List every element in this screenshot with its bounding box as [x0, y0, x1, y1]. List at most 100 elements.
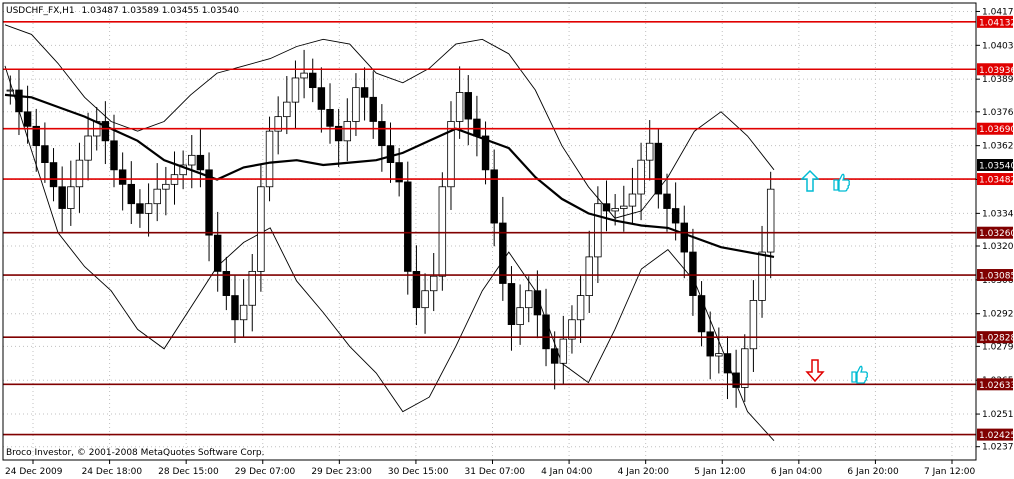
candle-body — [585, 256, 593, 296]
candle-body — [283, 101, 291, 118]
candle-body — [378, 121, 386, 147]
candle-body — [404, 181, 412, 272]
candle-body — [58, 186, 66, 209]
chart-symbol: USDCHF_FX,H1 — [6, 6, 75, 16]
chart-header: USDCHF_FX,H1 1.03487 1.03589 1.03455 1.0… — [6, 6, 239, 16]
level-tag-label: 1.03482 — [979, 176, 1014, 186]
x-tick-label: 30 Dec 15:00 — [388, 467, 449, 477]
candle-body — [620, 205, 628, 209]
level-tag-label: 1.02425 — [979, 431, 1014, 441]
x-tick-label: 29 Dec 23:00 — [311, 467, 372, 477]
candle-body — [49, 162, 58, 188]
x-tick-label: 4 Jan 20:00 — [618, 467, 670, 477]
candle-body — [412, 270, 421, 309]
candle-body — [645, 142, 654, 161]
level-tag-label: 1.03260 — [979, 229, 1014, 239]
candle-body — [542, 314, 550, 350]
y-tick-label: 1.04035 — [982, 41, 1014, 51]
candle-body — [568, 319, 576, 340]
candle-body — [196, 154, 205, 171]
candle-body — [162, 183, 170, 190]
candle-body — [490, 169, 498, 224]
candle-body — [231, 295, 239, 321]
candle-body — [438, 186, 447, 277]
level-tag-label: 1.03690 — [979, 125, 1014, 135]
candle-body — [525, 290, 533, 309]
candle-body — [352, 87, 360, 122]
x-tick-label: 4 Jan 04:00 — [541, 467, 593, 477]
candle-body — [602, 203, 611, 212]
candle-body — [6, 89, 15, 92]
candle-body — [67, 186, 75, 209]
candle-body — [697, 295, 706, 333]
y-tick-label: 1.03340 — [982, 209, 1014, 219]
x-tick-label: 28 Dec 15:00 — [158, 467, 219, 477]
x-tick-label: 24 Dec 18:00 — [82, 467, 143, 477]
y-tick-label: 1.03760 — [982, 108, 1014, 118]
candle-body — [741, 348, 749, 388]
candle-body — [455, 92, 464, 122]
candle-body — [637, 159, 645, 195]
candle-body — [41, 145, 49, 163]
candle-body — [706, 331, 714, 357]
candle-body — [309, 72, 317, 89]
candle-body — [144, 203, 153, 214]
y-tick-label: 1.02925 — [982, 310, 1014, 320]
price-chart[interactable]: 1.041751.040351.038951.037601.036201.034… — [0, 0, 1014, 479]
candle-body — [153, 188, 161, 205]
candle-body — [732, 372, 740, 388]
candle-body — [576, 295, 585, 321]
copyright-text: Broco Investor, © 2001-2008 MetaQuotes S… — [6, 448, 265, 458]
candle-body — [516, 307, 524, 325]
y-tick-label: 1.03205 — [982, 242, 1014, 252]
x-tick-label: 7 Jan 12:00 — [924, 467, 976, 477]
candle-body — [689, 251, 697, 296]
x-tick-label: 29 Dec 07:00 — [235, 467, 296, 477]
level-tag-label: 1.03085 — [979, 272, 1014, 282]
candle-body — [464, 92, 472, 120]
y-tick-label: 1.03620 — [982, 142, 1014, 152]
y-tick-label: 1.02510 — [982, 410, 1014, 420]
candle-body — [360, 87, 369, 98]
candle-body — [239, 304, 248, 321]
candle-body — [291, 77, 300, 103]
candle-body — [421, 290, 429, 309]
candle — [438, 172, 447, 291]
candle-body — [343, 121, 352, 142]
candle-body — [369, 96, 377, 122]
candle-body — [75, 159, 84, 188]
candle-body — [715, 353, 723, 357]
candle-body — [507, 283, 516, 325]
level-tag-label: 1.04132 — [979, 18, 1014, 28]
current-price-tag: 1.03540 — [977, 159, 1014, 172]
candle-body — [663, 193, 671, 209]
level-tag-label: 1.02633 — [979, 381, 1014, 391]
candle-body — [680, 222, 688, 253]
y-tick-label: 1.02790 — [982, 342, 1014, 352]
candle-body — [248, 270, 256, 306]
candle-body — [559, 338, 568, 364]
candle-body — [723, 353, 732, 374]
candle-body — [654, 142, 663, 195]
candle-body — [326, 108, 334, 127]
level-tag-label: 1.02828 — [979, 334, 1014, 344]
candle-body — [188, 154, 196, 166]
x-tick-label: 31 Dec 07:00 — [465, 467, 526, 477]
x-tick-label: 24 Dec 2009 — [5, 467, 63, 477]
candle-body — [213, 234, 222, 272]
candle-body — [118, 169, 127, 185]
candle-body — [317, 87, 326, 110]
candle-body — [386, 145, 395, 163]
candle-body — [84, 135, 92, 161]
x-tick-label: 5 Jan 12:00 — [694, 467, 746, 477]
candle-body — [749, 300, 758, 350]
candle-body — [15, 89, 23, 113]
candle-body — [550, 348, 559, 364]
candle-body — [300, 72, 308, 79]
candle-body — [110, 140, 118, 171]
candle-body — [127, 183, 136, 205]
chart-ohlc: 1.03487 1.03589 1.03455 1.03540 — [82, 6, 240, 16]
candle-body — [23, 111, 32, 127]
x-tick-label: 6 Jan 20:00 — [847, 467, 899, 477]
candle-body — [766, 188, 775, 253]
